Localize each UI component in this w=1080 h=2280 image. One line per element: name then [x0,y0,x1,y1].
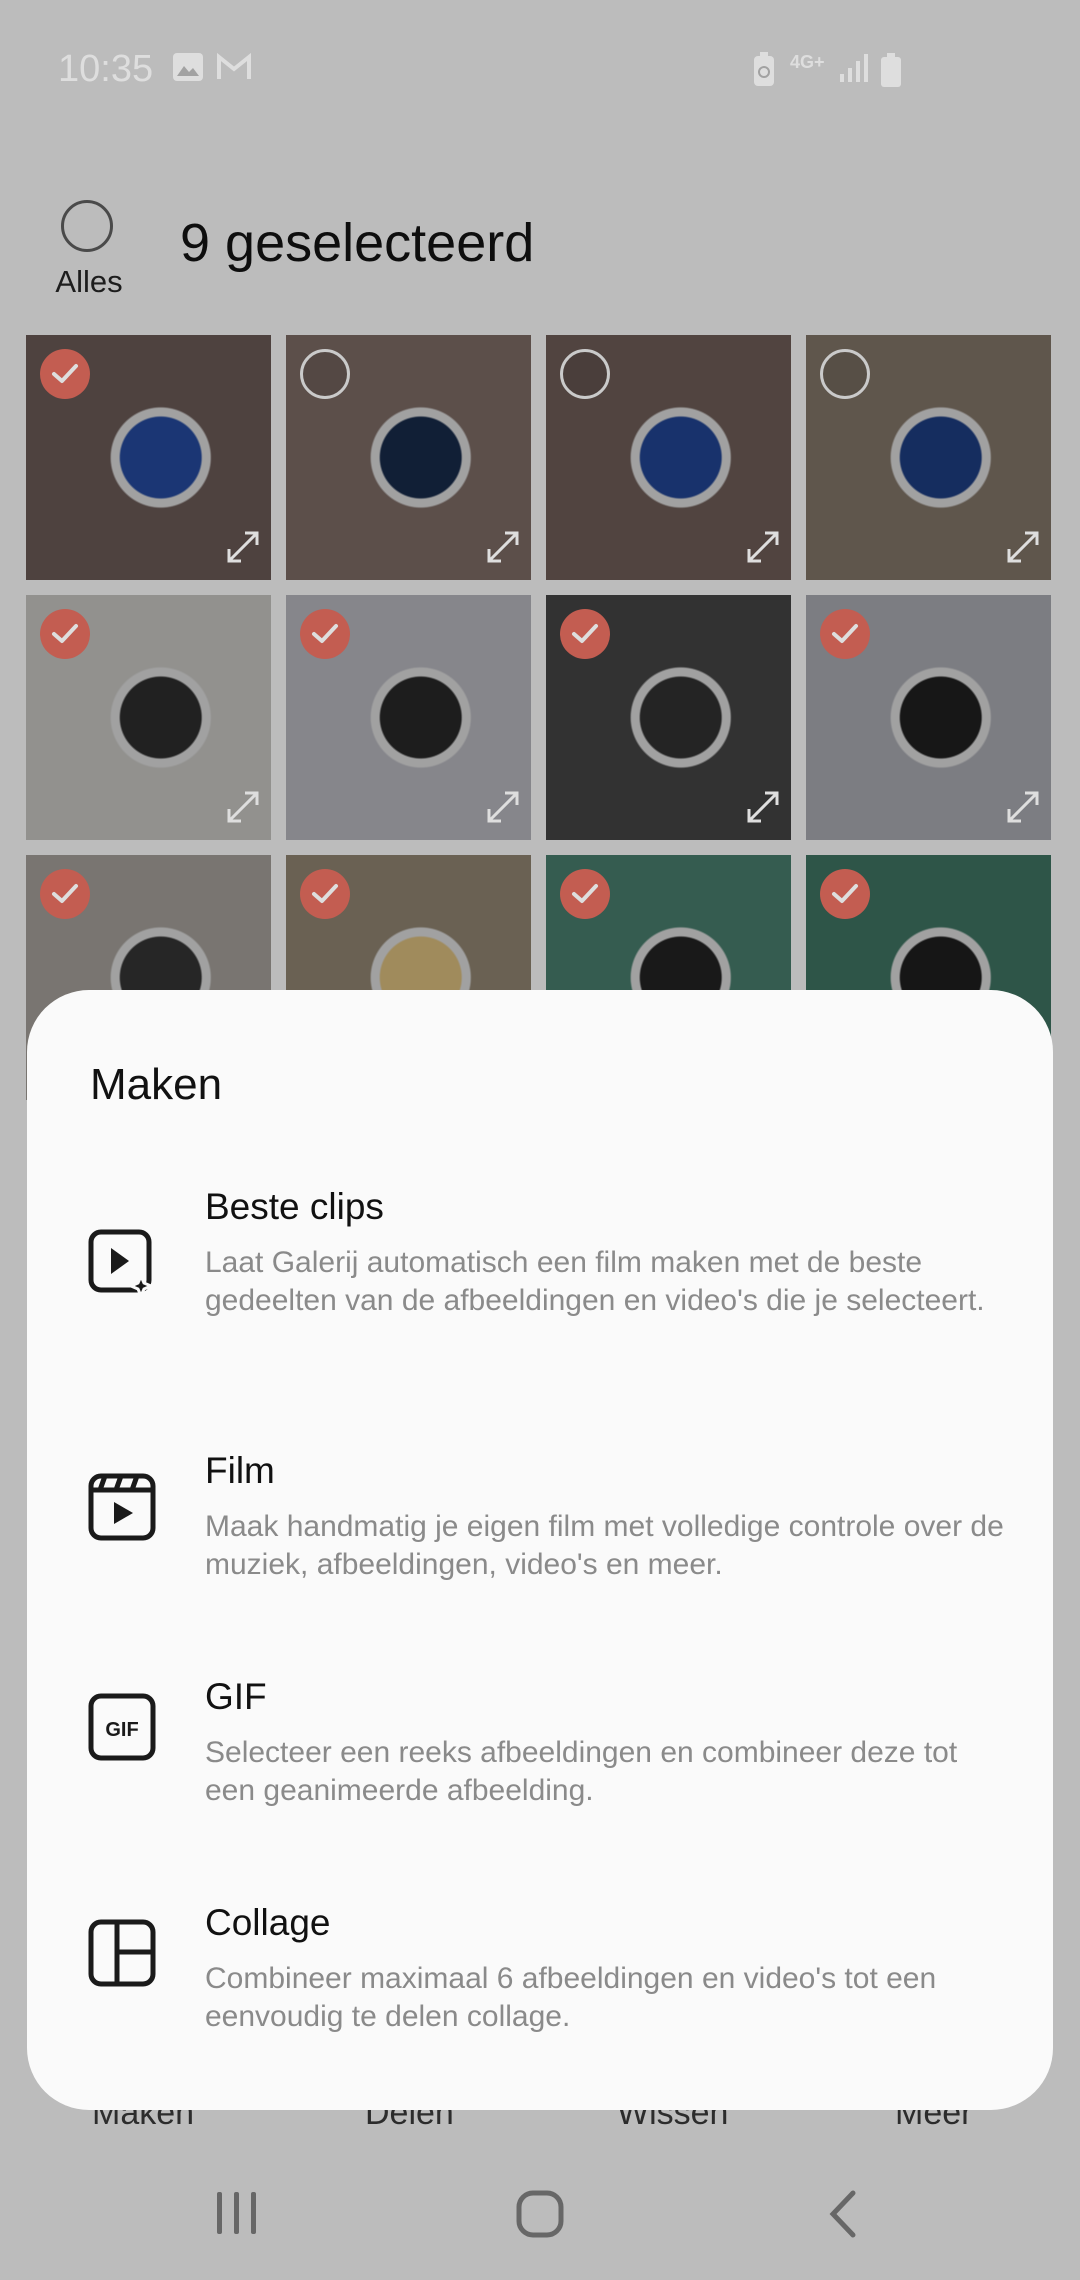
expand-icon[interactable] [483,787,523,832]
expand-icon[interactable] [1003,787,1043,832]
selection-count-title: 9 geselecteerd [180,213,535,273]
collage-icon [87,1918,157,1993]
battery-icon [880,52,902,93]
checked-checkbox-icon[interactable] [560,869,610,919]
option-title: Beste clips [205,1186,384,1227]
option-film[interactable]: Film Maak handmatig je eigen film met vo… [27,1450,1053,1610]
photo-thumbnail[interactable] [546,335,791,580]
expand-icon[interactable] [223,527,263,572]
checked-checkbox-icon[interactable] [40,349,90,399]
status-bar: 10:35 4G+ [0,0,1080,140]
network-type-label: 4G+ [790,52,825,72]
checked-checkbox-icon[interactable] [40,609,90,659]
photo-thumbnail[interactable] [806,595,1051,840]
expand-icon[interactable] [743,527,783,572]
sheet-title: Maken [90,1060,223,1109]
option-collage[interactable]: Collage Combineer maximaal 6 afbeeldinge… [27,1902,1053,2062]
system-navigation-bar [0,2175,1080,2255]
checked-checkbox-icon[interactable] [560,609,610,659]
checked-checkbox-icon[interactable] [300,609,350,659]
option-description: Maak handmatig je eigen film met volledi… [205,1510,1004,1581]
clapperboard-icon [87,1472,157,1547]
option-description: Combineer maximaal 6 afbeeldingen en vid… [205,1962,937,2033]
option-title: Film [205,1450,275,1491]
select-all-checkbox[interactable] [61,200,113,252]
photo-thumbnail[interactable] [546,595,791,840]
option-description: Selecteer een reeks afbeeldingen en comb… [205,1736,958,1807]
option-title: GIF [205,1676,267,1717]
expand-icon[interactable] [483,527,523,572]
expand-icon[interactable] [743,787,783,832]
gmail-notification-icon [216,52,252,87]
photo-thumbnail[interactable] [286,595,531,840]
checked-checkbox-icon[interactable] [820,609,870,659]
unchecked-checkbox-icon[interactable] [820,349,870,399]
option-description: Laat Galerij automatisch een film maken … [205,1246,985,1317]
select-all-label[interactable]: Alles [50,264,128,300]
option-title: Collage [205,1902,331,1943]
photo-thumbnail[interactable] [26,595,271,840]
gif-icon: GIF [87,1692,157,1767]
unchecked-checkbox-icon[interactable] [560,349,610,399]
status-time: 10:35 [58,48,154,90]
play-sparkle-icon [87,1228,157,1303]
checked-checkbox-icon[interactable] [300,869,350,919]
checked-checkbox-icon[interactable] [820,869,870,919]
option-best-clips[interactable]: Beste clips Laat Galerij automatisch een… [27,1186,1053,1386]
photo-thumbnail[interactable] [286,335,531,580]
checked-checkbox-icon[interactable] [40,869,90,919]
recent-apps-icon[interactable] [213,2190,261,2241]
signal-icon [838,52,868,89]
option-gif[interactable]: GIF GIF Selecteer een reeks afbeeldingen… [27,1676,1053,1836]
photo-thumbnail[interactable] [806,335,1051,580]
expand-icon[interactable] [1003,527,1043,572]
gallery-notification-icon [172,52,204,87]
unchecked-checkbox-icon[interactable] [300,349,350,399]
expand-icon[interactable] [223,787,263,832]
home-icon[interactable] [515,2189,565,2244]
photo-thumbnail[interactable] [26,335,271,580]
back-icon[interactable] [825,2189,859,2244]
gif-icon-text: GIF [105,1719,138,1741]
create-bottom-sheet: Maken Beste clips Laat Galerij automatis… [27,990,1053,2110]
battery-saver-icon [752,52,776,93]
